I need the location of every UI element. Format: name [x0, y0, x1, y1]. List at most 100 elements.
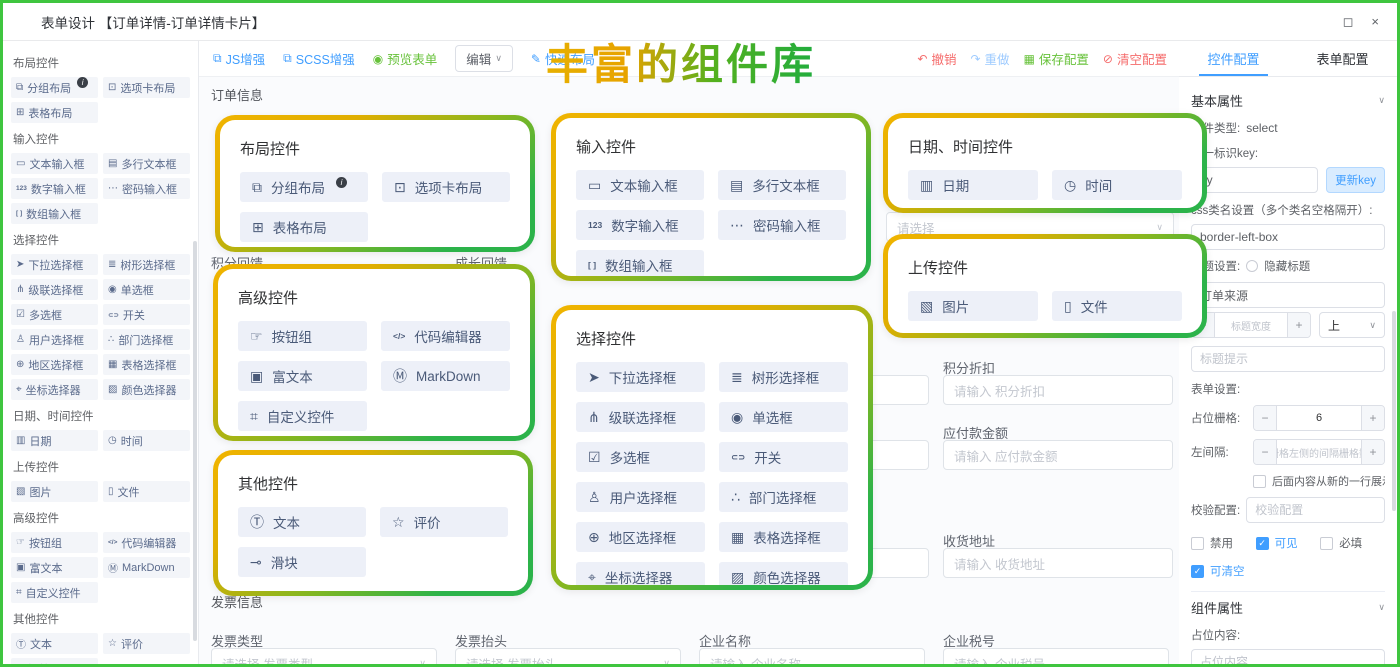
- sidebar-item-code-editor[interactable]: </>代码编辑器: [103, 532, 190, 553]
- save-config-button[interactable]: ▦保存配置: [1024, 49, 1089, 68]
- sidebar-item-table-layout[interactable]: ⊞表格布局: [11, 102, 98, 123]
- js-enhance-button[interactable]: ⧉JS增强: [213, 49, 265, 68]
- tab-control-config[interactable]: 控件配置: [1179, 41, 1288, 76]
- left-gap-placeholder[interactable]: 栅格左侧的间隔栅格数: [1276, 440, 1362, 464]
- css-class-input[interactable]: [1191, 224, 1385, 250]
- sidebar-item-switch[interactable]: ⊂⊃开关: [103, 304, 190, 325]
- component-props-section[interactable]: 组件属性 ∨: [1191, 598, 1385, 617]
- basic-props-section[interactable]: 基本属性 ∨: [1191, 91, 1385, 110]
- validate-input[interactable]: [1246, 497, 1385, 523]
- sidebar-item-rich-text[interactable]: ▣富文本: [11, 557, 98, 578]
- component-label: 开关: [123, 307, 145, 323]
- sidebar-item-file-upload[interactable]: ▯文件: [103, 481, 190, 502]
- checkbox-icon[interactable]: [1191, 537, 1204, 550]
- edit-dropdown-button[interactable]: 编辑∨: [455, 45, 513, 72]
- sidebar-item-static-text[interactable]: Ⓣ文本: [11, 633, 98, 654]
- rich-text-icon: ▣: [16, 562, 25, 573]
- title-tip-input[interactable]: [1191, 346, 1385, 372]
- flag-checkbox-on[interactable]: ✓可清空: [1191, 563, 1256, 579]
- tab-form-config[interactable]: 表单配置: [1288, 41, 1397, 76]
- sidebar-item-checkbox[interactable]: ☑多选框: [11, 304, 98, 325]
- left-gap-label: 左间隔:: [1191, 444, 1247, 460]
- sidebar-item-radio[interactable]: ◉单选框: [103, 279, 190, 300]
- sidebar-item-dropdown-select[interactable]: ➤下拉选择框: [11, 254, 98, 275]
- preview-form-button[interactable]: ◉预览表单: [373, 49, 438, 68]
- sidebar-item-textarea-input[interactable]: ▤多行文本框: [103, 153, 190, 174]
- sidebar-item-markdown[interactable]: ⓂMarkDown: [103, 557, 190, 578]
- clear-config-button[interactable]: ⊘清空配置: [1103, 49, 1167, 68]
- sidebar-item-custom-widget[interactable]: ⌗自定义控件: [11, 582, 98, 603]
- page-title: 表单设计 【订单详情-订单详情卡片】: [41, 12, 265, 32]
- title-position-select[interactable]: 上 ∨: [1319, 312, 1385, 338]
- component-label: 图片: [29, 484, 51, 500]
- component-label: 地区选择框: [28, 357, 83, 373]
- sidebar-section-title: 高级控件: [13, 510, 190, 526]
- title-width-placeholder[interactable]: 标题宽度: [1214, 313, 1288, 337]
- grid-span-value[interactable]: 6: [1276, 406, 1362, 430]
- sidebar-item-password-input[interactable]: ⋯密码输入框: [103, 178, 190, 199]
- sidebar-item-date-picker[interactable]: ▥日期: [11, 430, 98, 451]
- image-upload-icon: ▧: [16, 486, 25, 497]
- plus-icon[interactable]: +: [1362, 440, 1384, 464]
- plus-icon[interactable]: +: [1288, 313, 1310, 337]
- flag-checkbox-off[interactable]: 禁用: [1191, 535, 1256, 551]
- sidebar-item-rating[interactable]: ☆评价: [103, 633, 190, 654]
- checkbox-icon[interactable]: [1320, 537, 1333, 550]
- close-icon[interactable]: ×: [1371, 14, 1379, 30]
- plus-icon[interactable]: +: [1362, 406, 1384, 430]
- flag-checkbox-on[interactable]: ✓可见: [1256, 535, 1321, 551]
- component-label: 表格选择框: [121, 357, 176, 373]
- title-text-input[interactable]: [1191, 282, 1385, 308]
- file-upload-icon: ▯: [108, 486, 114, 497]
- sidebar-item-table-select[interactable]: ▦ 表格选择框: [103, 354, 190, 375]
- sidebar-item-array-input[interactable]: [ ]数组输入框: [11, 203, 98, 224]
- table-select-icon: ▦: [108, 359, 117, 370]
- checkbox-icon[interactable]: ✓: [1191, 565, 1204, 578]
- sidebar-item-group-layout[interactable]: ⧉分组布局i: [11, 77, 98, 98]
- number-input-icon: 123: [16, 185, 27, 192]
- sidebar-section-title: 日期、时间控件: [13, 408, 190, 424]
- placeholder-input[interactable]: [1191, 649, 1385, 667]
- component-label: 多行文本框: [121, 156, 176, 172]
- update-key-button[interactable]: 更新key: [1326, 167, 1385, 193]
- clear-icon: ⊘: [1103, 52, 1113, 66]
- sidebar-scrollbar[interactable]: [193, 241, 197, 641]
- flag-checkbox-off[interactable]: 必填: [1320, 535, 1385, 551]
- checkbox-icon[interactable]: ✓: [1256, 537, 1269, 550]
- hide-title-radio[interactable]: [1246, 260, 1258, 272]
- external-link-icon: ⧉: [213, 51, 222, 66]
- key-input[interactable]: [1191, 167, 1318, 193]
- maximize-icon[interactable]: ◻: [1343, 14, 1354, 30]
- sidebar-item-tree-select[interactable]: ≣树形选择框: [103, 254, 190, 275]
- sidebar-item-cascade-select[interactable]: ⋔级联选择框: [11, 279, 98, 300]
- sidebar-item-time-picker[interactable]: ◷时间: [103, 430, 190, 451]
- component-label: 部门选择框: [118, 332, 173, 348]
- scss-enhance-button[interactable]: ⧉SCSS增强: [283, 49, 355, 68]
- sidebar-item-text-input[interactable]: ▭文本输入框: [11, 153, 98, 174]
- config-panel-scrollbar[interactable]: [1392, 311, 1396, 511]
- sidebar-item-slider[interactable]: ⊸滑块: [11, 658, 98, 667]
- sidebar-item-number-input[interactable]: 123数字输入框: [11, 178, 98, 199]
- static-text-icon: Ⓣ: [16, 636, 26, 651]
- sidebar-section-title: 布局控件: [13, 55, 190, 71]
- sidebar-item-button-group[interactable]: ☞按钮组: [11, 532, 98, 553]
- sidebar-item-image-upload[interactable]: ▧ 图片: [11, 481, 98, 502]
- sidebar-item-tab-layout[interactable]: ⊡选项卡布局: [103, 77, 190, 98]
- sidebar-item-coordinate-picker[interactable]: ⌖坐标选择器: [11, 379, 98, 400]
- sidebar-item-region-select[interactable]: ⊕地区选择框: [11, 354, 98, 375]
- undo-button[interactable]: ↶撤销: [917, 49, 956, 68]
- minus-icon[interactable]: −: [1254, 406, 1276, 430]
- undo-label: 撤销: [931, 49, 956, 68]
- sidebar-item-user-select[interactable]: ♙用户选择框: [11, 329, 98, 350]
- preview-icon: ◉: [373, 52, 383, 66]
- sidebar-section-select: 选择控件➤下拉选择框≣树形选择框⋔级联选择框◉单选框☑多选框⊂⊃开关♙用户选择框…: [11, 232, 190, 400]
- newline-checkbox[interactable]: [1253, 475, 1266, 488]
- component-label: 表格布局: [28, 105, 72, 121]
- sidebar-item-dept-select[interactable]: ∴部门选择框: [103, 329, 190, 350]
- redo-button[interactable]: ↷重做: [970, 49, 1009, 68]
- minus-icon[interactable]: −: [1192, 313, 1214, 337]
- minus-icon[interactable]: −: [1254, 440, 1276, 464]
- sidebar-item-color-picker[interactable]: ▨颜色选择器: [103, 379, 190, 400]
- code-editor-icon: </>: [108, 539, 117, 546]
- title-setting-label: 标题设置:: [1191, 258, 1240, 274]
